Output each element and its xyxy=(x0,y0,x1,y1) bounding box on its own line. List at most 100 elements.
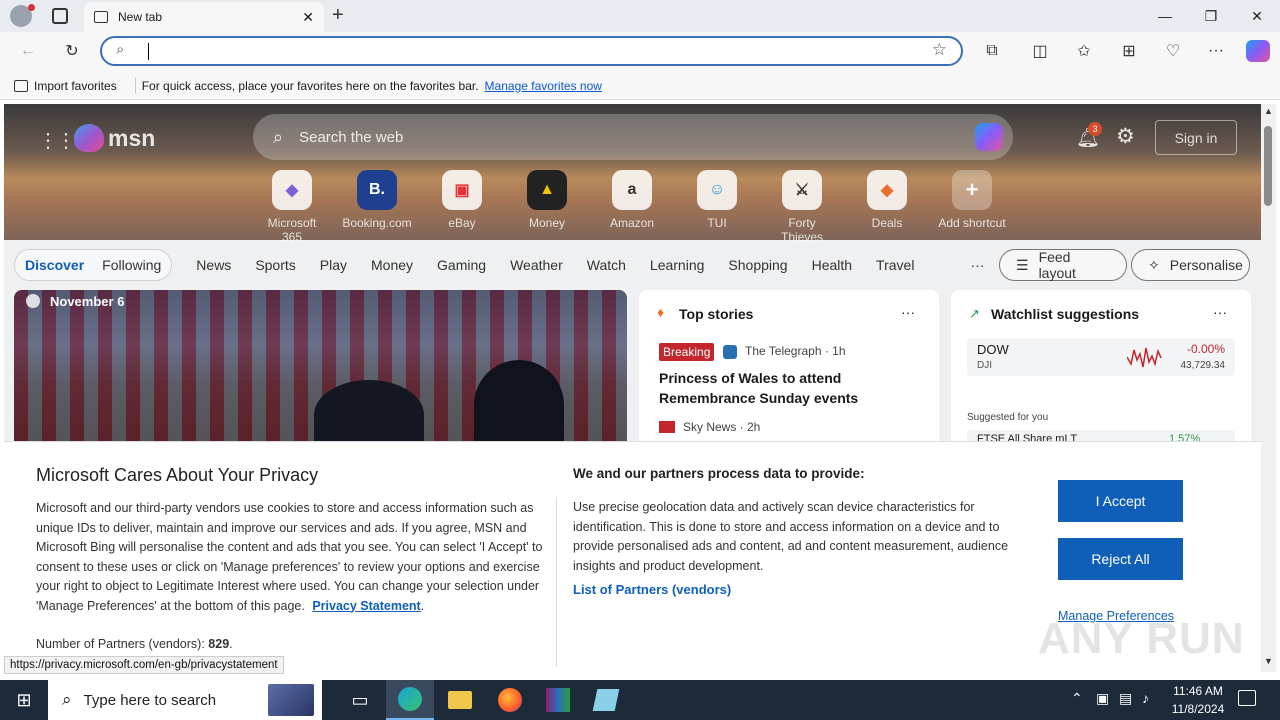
refresh-button[interactable]: ↻ xyxy=(60,40,84,62)
settings-gear-icon[interactable]: ⚙ xyxy=(1116,124,1135,149)
copilot-icon[interactable] xyxy=(1246,40,1270,62)
notepad-icon[interactable] xyxy=(582,680,630,720)
text-cursor xyxy=(148,43,149,60)
start-button[interactable]: ⊞ xyxy=(0,680,48,720)
sliders-icon: ☰ xyxy=(1016,256,1029,273)
scroll-up-arrow[interactable]: ▲ xyxy=(1264,106,1273,116)
sign-in-button[interactable]: Sign in xyxy=(1155,120,1237,155)
address-bar[interactable]: ⌕ ☆ xyxy=(100,36,963,66)
nav-news[interactable]: News xyxy=(196,257,231,273)
sparkle-icon: ✧ xyxy=(1148,256,1160,273)
manage-favorites-link[interactable]: Manage favorites now xyxy=(485,79,602,93)
accept-button[interactable]: I Accept xyxy=(1058,480,1183,522)
nav-play[interactable]: Play xyxy=(320,257,347,273)
back-button[interactable]: ← xyxy=(16,40,40,62)
volume-icon[interactable]: ♪ xyxy=(1142,690,1149,706)
reject-all-button[interactable]: Reject All xyxy=(1058,538,1183,580)
tray-chevron-icon[interactable]: ⌃ xyxy=(1071,690,1083,707)
scrollbar[interactable]: ▲ ▼ xyxy=(1261,104,1276,672)
nav-sports[interactable]: Sports xyxy=(255,257,295,273)
card-more-icon[interactable]: ··· xyxy=(1213,304,1227,320)
task-view-icon[interactable]: ▭ xyxy=(336,680,384,720)
card-more-icon[interactable]: ··· xyxy=(901,304,915,320)
tab-actions-icon[interactable] xyxy=(52,8,68,24)
restore-button[interactable]: ❐ xyxy=(1188,0,1234,32)
favorites-bar: Import favorites For quick access, place… xyxy=(0,72,1280,100)
split-screen-icon[interactable]: ◫ xyxy=(1028,40,1052,62)
scroll-down-arrow[interactable]: ▼ xyxy=(1264,656,1273,666)
close-tab-icon[interactable]: ✕ xyxy=(302,9,314,26)
story-headline[interactable]: Princess of Wales to attend Remembrance … xyxy=(659,368,859,408)
close-window-button[interactable]: ✕ xyxy=(1234,0,1280,32)
tray-device-icon[interactable]: ▣ xyxy=(1096,690,1109,707)
tab-new-tab[interactable]: New tab ✕ xyxy=(84,2,324,32)
nav-travel[interactable]: Travel xyxy=(876,257,914,273)
nav-watch[interactable]: Watch xyxy=(587,257,626,273)
shortcut-tui[interactable]: ☺ TUI xyxy=(682,170,752,230)
privacy-title: Microsoft Cares About Your Privacy xyxy=(36,465,319,485)
stock-exchange: DJI xyxy=(977,360,992,371)
taskbar-search[interactable]: ⌕ Type here to search xyxy=(48,680,322,720)
more-menu-icon[interactable]: ··· xyxy=(1204,40,1228,62)
msn-logo[interactable]: msn xyxy=(74,124,155,152)
new-tab-button[interactable]: + xyxy=(332,4,344,27)
trend-icon: ↗ xyxy=(969,306,980,321)
copilot-icon[interactable] xyxy=(975,123,1003,151)
nav-money[interactable]: Money xyxy=(371,257,413,273)
nav-weather[interactable]: Weather xyxy=(510,257,563,273)
suggested-label: Suggested for you xyxy=(967,412,1049,423)
winrar-icon[interactable] xyxy=(534,680,582,720)
collections-icon[interactable]: ⊞ xyxy=(1117,40,1141,62)
clock-icon xyxy=(26,294,40,308)
shortcut-amazon[interactable]: a Amazon xyxy=(597,170,667,230)
add-shortcut-button[interactable]: + Add shortcut xyxy=(937,170,1007,230)
shortcut-microsoft-365[interactable]: ◆ Microsoft 365 xyxy=(257,170,327,244)
personalise-button[interactable]: ✧ Personalise xyxy=(1131,249,1250,281)
shortcut-deals[interactable]: ◆ Deals xyxy=(852,170,922,230)
extensions-icon[interactable]: ⧉ xyxy=(980,40,1004,62)
privacy-statement-link[interactable]: Privacy Statement xyxy=(312,599,420,613)
edge-taskbar-icon[interactable] xyxy=(386,680,434,720)
shortcut-money[interactable]: ▲ Money xyxy=(512,170,582,230)
discover-following-toggle: Discover Following xyxy=(14,249,173,281)
clock-time[interactable]: 11:46 AM xyxy=(1170,684,1226,698)
web-search-box[interactable]: ⌕ Search the web xyxy=(253,114,1013,160)
search-icon: ⌕ xyxy=(116,41,125,58)
shortcut-ebay[interactable]: ▣ eBay xyxy=(427,170,497,230)
msn-butterfly-icon xyxy=(74,124,104,152)
chart-icon: ▲ xyxy=(527,170,567,210)
ebay-icon: ▣ xyxy=(442,170,482,210)
stock-change: -0.00% xyxy=(1186,342,1225,356)
tab-discover[interactable]: Discover xyxy=(25,257,84,273)
feed-layout-button[interactable]: ☰ Feed layout xyxy=(999,249,1127,281)
minimize-button[interactable]: — xyxy=(1142,0,1188,32)
watchlist-title: Watchlist suggestions xyxy=(991,306,1140,322)
stock-row-dow[interactable]: DOW DJI -0.00% 43,729.34 xyxy=(967,338,1235,376)
import-favorites-button[interactable]: Import favorites xyxy=(34,79,117,93)
nav-more-button[interactable]: ··· xyxy=(970,257,984,273)
nav-shopping[interactable]: Shopping xyxy=(728,257,787,273)
notification-center-icon[interactable] xyxy=(1238,690,1256,706)
clock-date[interactable]: 11/8/2024 xyxy=(1166,702,1230,716)
shortcut-booking[interactable]: B. Booking.com xyxy=(342,170,412,230)
anyrun-watermark: ANY RUN xyxy=(1038,614,1245,663)
favorite-star-icon[interactable]: ☆ xyxy=(932,40,947,60)
nav-health[interactable]: Health xyxy=(812,257,852,273)
favorites-icon[interactable]: ✩ xyxy=(1072,40,1096,62)
import-favorites-icon xyxy=(14,79,28,92)
top-stories-title: Top stories xyxy=(679,306,754,322)
performance-icon[interactable]: ♡ xyxy=(1161,40,1185,62)
partners-list-link[interactable]: List of Partners (vendors) xyxy=(573,582,731,597)
nav-gaming[interactable]: Gaming xyxy=(437,257,486,273)
breaking-badge: Breaking xyxy=(659,343,715,361)
shortcut-forty-thieves[interactable]: ⚔ Forty Thieves xyxy=(767,170,837,244)
nav-learning[interactable]: Learning xyxy=(650,257,705,273)
partners-count: Number of Partners (vendors): 829. xyxy=(36,637,233,651)
tab-following[interactable]: Following xyxy=(102,257,161,273)
scrollbar-thumb[interactable] xyxy=(1264,126,1272,206)
firefox-icon[interactable] xyxy=(486,680,534,720)
network-icon[interactable]: ▤ xyxy=(1119,690,1132,707)
file-explorer-icon[interactable] xyxy=(436,680,484,720)
featured-story-card[interactable]: November 6 xyxy=(14,290,627,450)
search-icon: ⌕ xyxy=(273,126,284,147)
